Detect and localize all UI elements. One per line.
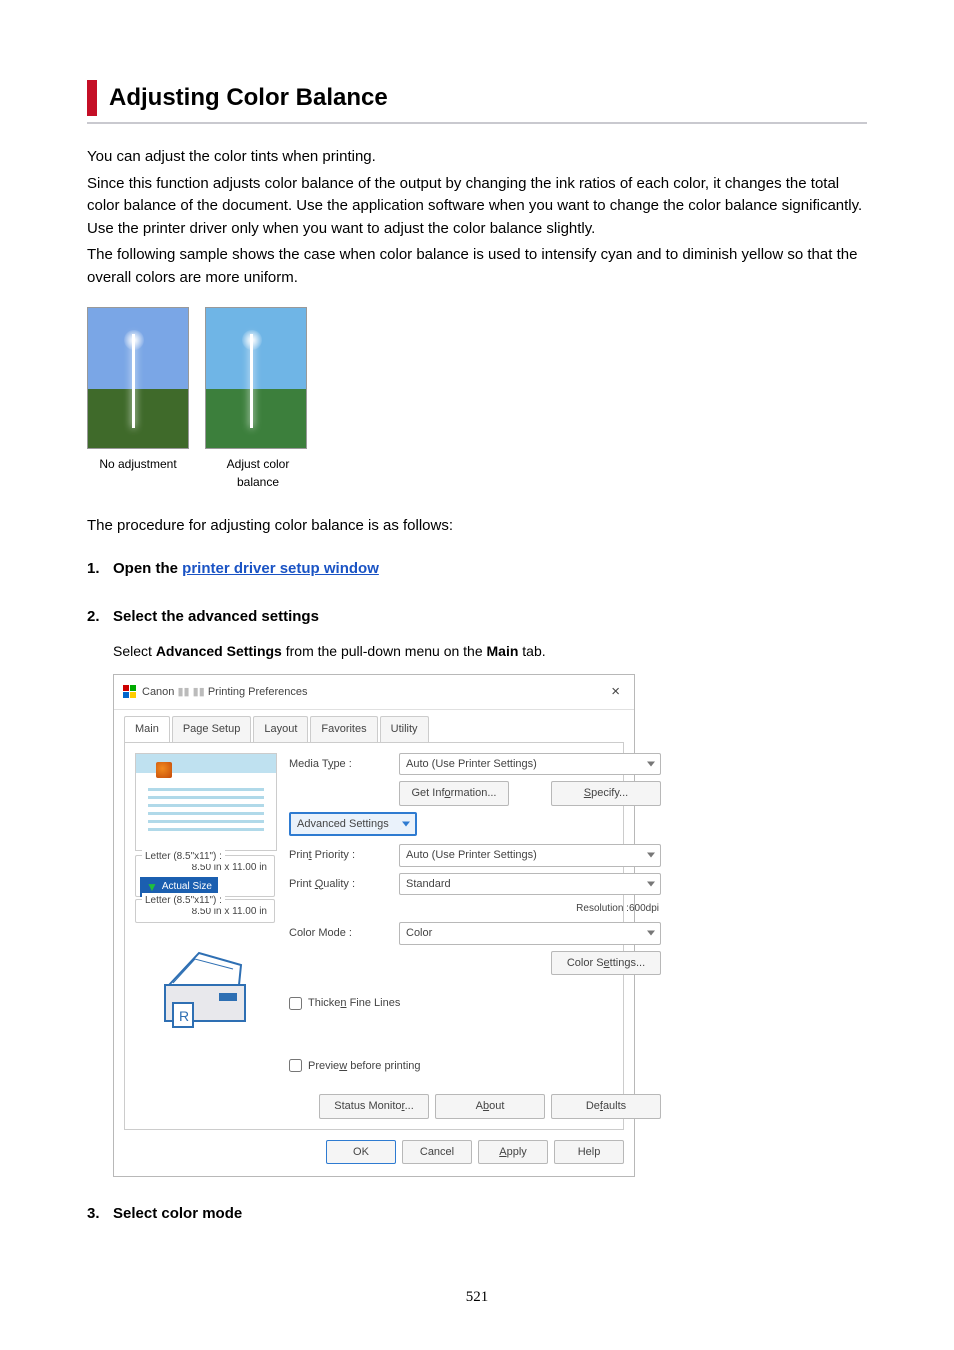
sample-image-adjusted: [205, 307, 307, 449]
step2-title: Select the advanced settings: [113, 606, 319, 629]
step3-title: Select color mode: [113, 1203, 242, 1226]
svg-text:R: R: [179, 1008, 189, 1024]
defaults-button[interactable]: Defaults: [551, 1094, 661, 1119]
thicken-fine-lines-checkbox[interactable]: [289, 997, 302, 1010]
media-type-label: Media Type :: [289, 756, 393, 773]
status-monitor-button[interactable]: Status Monitor...: [319, 1094, 429, 1119]
sample-image-no-adjust: [87, 307, 189, 449]
paper-size-box-2: Letter (8.5"x11") : 8.50 in x 11.00 in: [135, 899, 275, 923]
preview-before-printing-label: Preview before printing: [308, 1058, 421, 1075]
apply-button[interactable]: Apply: [478, 1140, 548, 1165]
mode-pulldown-advanced-settings[interactable]: Advanced Settings: [289, 812, 417, 837]
preview-before-printing-checkbox[interactable]: [289, 1059, 302, 1072]
tab-page-setup[interactable]: Page Setup: [172, 716, 252, 742]
tab-main[interactable]: Main: [124, 716, 170, 742]
color-mode-select[interactable]: Color: [399, 922, 661, 945]
step2-desc-pre: Select: [113, 643, 156, 659]
paper-size-box-1: Letter (8.5"x11") : 8.50 in x 11.00 in ▼…: [135, 855, 275, 898]
step2-desc-b1: Advanced Settings: [156, 643, 282, 659]
about-button[interactable]: About: [435, 1094, 545, 1119]
step2-desc-mid: from the pull-down menu on the: [282, 643, 487, 659]
intro-p3: The following sample shows the case when…: [87, 244, 867, 289]
procedure-intro: The procedure for adjusting color balanc…: [87, 515, 867, 538]
intro-p2: Since this function adjusts color balanc…: [87, 173, 867, 241]
step1-title: Open the printer driver setup window: [113, 558, 379, 581]
tab-layout[interactable]: Layout: [253, 716, 308, 742]
step2-desc-post: tab.: [518, 643, 545, 659]
dialog-title-prefix: Canon: [142, 686, 177, 698]
page-preview-thumbnail: [135, 753, 277, 851]
dialog-title: Canon ▮▮ ▮▮ Printing Preferences: [142, 684, 307, 701]
dialog-title-model: ▮▮ ▮▮: [177, 686, 204, 698]
print-priority-label: Print Priority :: [289, 847, 393, 864]
media-type-select[interactable]: Auto (Use Printer Settings): [399, 753, 661, 776]
printer-driver-setup-link[interactable]: printer driver setup window: [182, 560, 379, 577]
color-settings-button[interactable]: Color Settings...: [551, 951, 661, 976]
canon-logo-icon: [122, 685, 136, 699]
help-button[interactable]: Help: [554, 1140, 624, 1165]
specify-button[interactable]: Specify...: [551, 781, 661, 806]
print-quality-label: Print Quality :: [289, 876, 393, 893]
intro-text: You can adjust the color tints when prin…: [87, 146, 867, 289]
close-button[interactable]: ×: [605, 681, 626, 704]
step2-desc: Select Advanced Settings from the pull-d…: [113, 643, 546, 659]
step2-desc-b2: Main: [487, 643, 519, 659]
step3-number: 3.: [87, 1203, 113, 1226]
tab-utility[interactable]: Utility: [380, 716, 429, 742]
printer-illustration: R: [135, 927, 275, 1047]
resolution-text: Resolution :600dpi: [289, 901, 661, 916]
ok-button[interactable]: OK: [326, 1140, 396, 1165]
size1-label: Letter (8.5"x11") :: [142, 849, 225, 864]
step1-number: 1.: [87, 558, 113, 581]
dialog-title-suffix: Printing Preferences: [205, 686, 308, 698]
page-number: 521: [87, 1286, 867, 1309]
size2-label: Letter (8.5"x11") :: [142, 893, 225, 908]
print-priority-select[interactable]: Auto (Use Printer Settings): [399, 844, 661, 867]
page-title: Adjusting Color Balance: [109, 80, 867, 116]
step2-number: 2.: [87, 606, 113, 629]
intro-p1: You can adjust the color tints when prin…: [87, 146, 867, 169]
caption-adjust: Adjust color balance: [207, 455, 309, 491]
print-quality-select[interactable]: Standard: [399, 873, 661, 896]
caption-no-adjust: No adjustment: [87, 455, 189, 491]
actual-size-label: Actual Size: [162, 879, 212, 894]
color-mode-label: Color Mode :: [289, 925, 393, 942]
tab-favorites[interactable]: Favorites: [310, 716, 377, 742]
printing-preferences-dialog: Canon ▮▮ ▮▮ Printing Preferences × Main …: [113, 674, 635, 1178]
thicken-fine-lines-label: Thicken Fine Lines: [308, 995, 400, 1012]
get-information-button[interactable]: Get Information...: [399, 781, 509, 806]
step1-prefix: Open the: [113, 560, 182, 577]
cancel-button[interactable]: Cancel: [402, 1140, 472, 1165]
